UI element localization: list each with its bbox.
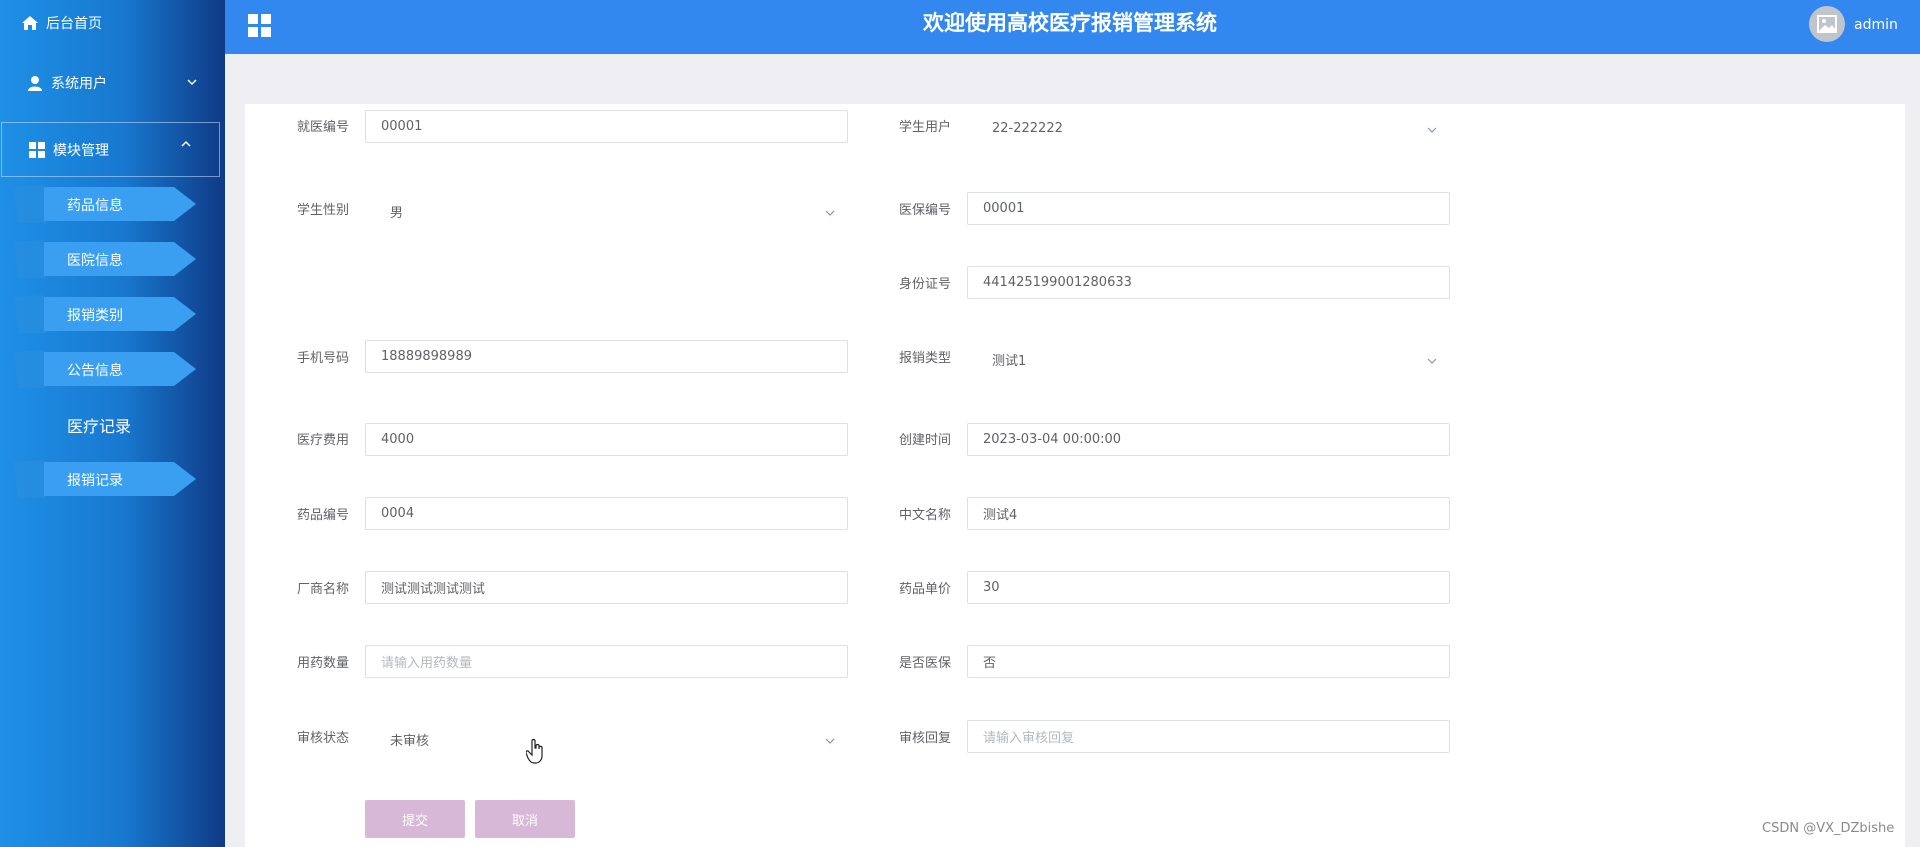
drug-no-field[interactable]: 0004 bbox=[365, 497, 848, 530]
student-user-label: 学生用户 bbox=[899, 120, 952, 135]
audit-reply-label: 审核回复 bbox=[899, 731, 952, 746]
cn-name-label: 中文名称 bbox=[899, 508, 952, 523]
sidebar-item-label: 医院信息 bbox=[67, 253, 123, 269]
student-user-select[interactable]: 22-222222 bbox=[967, 112, 1450, 145]
chevron-down-icon bbox=[1427, 358, 1437, 364]
phone-label: 手机号码 bbox=[297, 351, 350, 366]
avatar[interactable] bbox=[1809, 6, 1845, 42]
page-title: 欢迎使用高校医疗报销管理系统 bbox=[923, 11, 1217, 35]
sidebar-menu-users[interactable]: 系统用户 bbox=[0, 61, 225, 105]
chevron-down-icon bbox=[187, 79, 197, 86]
gender-select[interactable]: 男 bbox=[365, 195, 848, 228]
reimb-type-label: 报销类型 bbox=[899, 351, 952, 366]
sidebar-menu-modules-label: 模块管理 bbox=[53, 142, 109, 159]
chevron-up-icon bbox=[181, 140, 191, 147]
drug-no-label: 药品编号 bbox=[297, 508, 350, 523]
user-icon bbox=[28, 76, 42, 91]
audit-status-value: 未审核 bbox=[390, 734, 430, 749]
dosage-label: 用药数量 bbox=[297, 656, 350, 671]
sidebar-item-home-label: 后台首页 bbox=[46, 16, 102, 32]
grid-icon bbox=[29, 141, 45, 158]
chevron-down-icon bbox=[825, 210, 835, 216]
unit-price-label: 药品单价 bbox=[899, 582, 952, 597]
sidebar-item-drug-info[interactable]: 药品信息 bbox=[14, 185, 196, 223]
sidebar-item-label: 报销类别 bbox=[67, 308, 123, 324]
id-card-field[interactable]: 441425199001280633 bbox=[967, 266, 1450, 299]
sidebar-item-label: 药品信息 bbox=[67, 198, 123, 214]
audit-status-label: 审核状态 bbox=[297, 731, 350, 746]
dosage-field[interactable]: 请输入用药数量 bbox=[365, 645, 848, 678]
visit-no-field[interactable]: 00001 bbox=[365, 110, 848, 143]
hand-cursor-icon bbox=[526, 738, 543, 764]
audit-status-select[interactable]: 未审核 bbox=[365, 723, 848, 756]
gender-value: 男 bbox=[390, 206, 404, 221]
username-label[interactable]: admin bbox=[1854, 17, 1898, 33]
image-icon bbox=[1817, 15, 1837, 33]
home-icon bbox=[22, 16, 38, 30]
sidebar-item-reimb-category[interactable]: 报销类别 bbox=[14, 295, 196, 333]
insurance-no-label: 医保编号 bbox=[899, 203, 952, 218]
phone-field[interactable]: 18889898989 bbox=[365, 340, 848, 373]
student-user-value: 22-222222 bbox=[992, 121, 1063, 136]
created-at-field[interactable]: 2023-03-04 00:00:00 bbox=[967, 423, 1450, 456]
cancel-button[interactable]: 取消 bbox=[475, 800, 575, 838]
top-header: 欢迎使用高校医疗报销管理系统 admin bbox=[225, 0, 1920, 54]
created-at-label: 创建时间 bbox=[899, 433, 952, 448]
medical-fee-field[interactable]: 4000 bbox=[365, 423, 848, 456]
sidebar-menu-modules[interactable]: 模块管理 bbox=[1, 122, 220, 177]
sidebar-item-hospital-info[interactable]: 医院信息 bbox=[14, 240, 196, 278]
covered-label: 是否医保 bbox=[899, 656, 952, 671]
sidebar-item-label: 报销记录 bbox=[67, 473, 123, 489]
sidebar-menu-users-label: 系统用户 bbox=[51, 76, 107, 92]
sidebar-item-reimb-records[interactable]: 报销记录 bbox=[14, 460, 196, 498]
sidebar-item-medical-records[interactable]: 医疗记录 bbox=[67, 413, 131, 437]
covered-field[interactable]: 否 bbox=[967, 645, 1450, 678]
unit-price-field[interactable]: 30 bbox=[967, 571, 1450, 604]
gender-label: 学生性别 bbox=[297, 203, 350, 218]
maker-label: 厂商名称 bbox=[297, 582, 350, 597]
chevron-down-icon bbox=[825, 738, 835, 744]
medical-fee-label: 医疗费用 bbox=[297, 433, 350, 448]
reimb-type-select[interactable]: 测试1 bbox=[967, 343, 1450, 376]
sidebar-item-home[interactable]: 后台首页 bbox=[0, 0, 225, 46]
sidebar-item-notice-info[interactable]: 公告信息 bbox=[14, 350, 196, 388]
chevron-down-icon bbox=[1427, 127, 1437, 133]
insurance-no-field[interactable]: 00001 bbox=[967, 192, 1450, 225]
id-card-label: 身份证号 bbox=[899, 277, 952, 292]
submit-button[interactable]: 提交 bbox=[365, 800, 465, 838]
watermark: CSDN @VX_DZbishe bbox=[1762, 821, 1895, 836]
audit-reply-field[interactable]: 请输入审核回复 bbox=[967, 720, 1450, 753]
sidebar: 后台首页 系统用户 模块管理 药品信息 医院信息 报销类别 公告信息 医疗记录 … bbox=[0, 0, 225, 847]
reimb-type-value: 测试1 bbox=[992, 354, 1027, 369]
cn-name-field[interactable]: 测试4 bbox=[967, 497, 1450, 530]
visit-no-label: 就医编号 bbox=[297, 120, 350, 135]
maker-field[interactable]: 测试测试测试测试 bbox=[365, 571, 848, 604]
sidebar-item-label: 公告信息 bbox=[67, 363, 123, 379]
